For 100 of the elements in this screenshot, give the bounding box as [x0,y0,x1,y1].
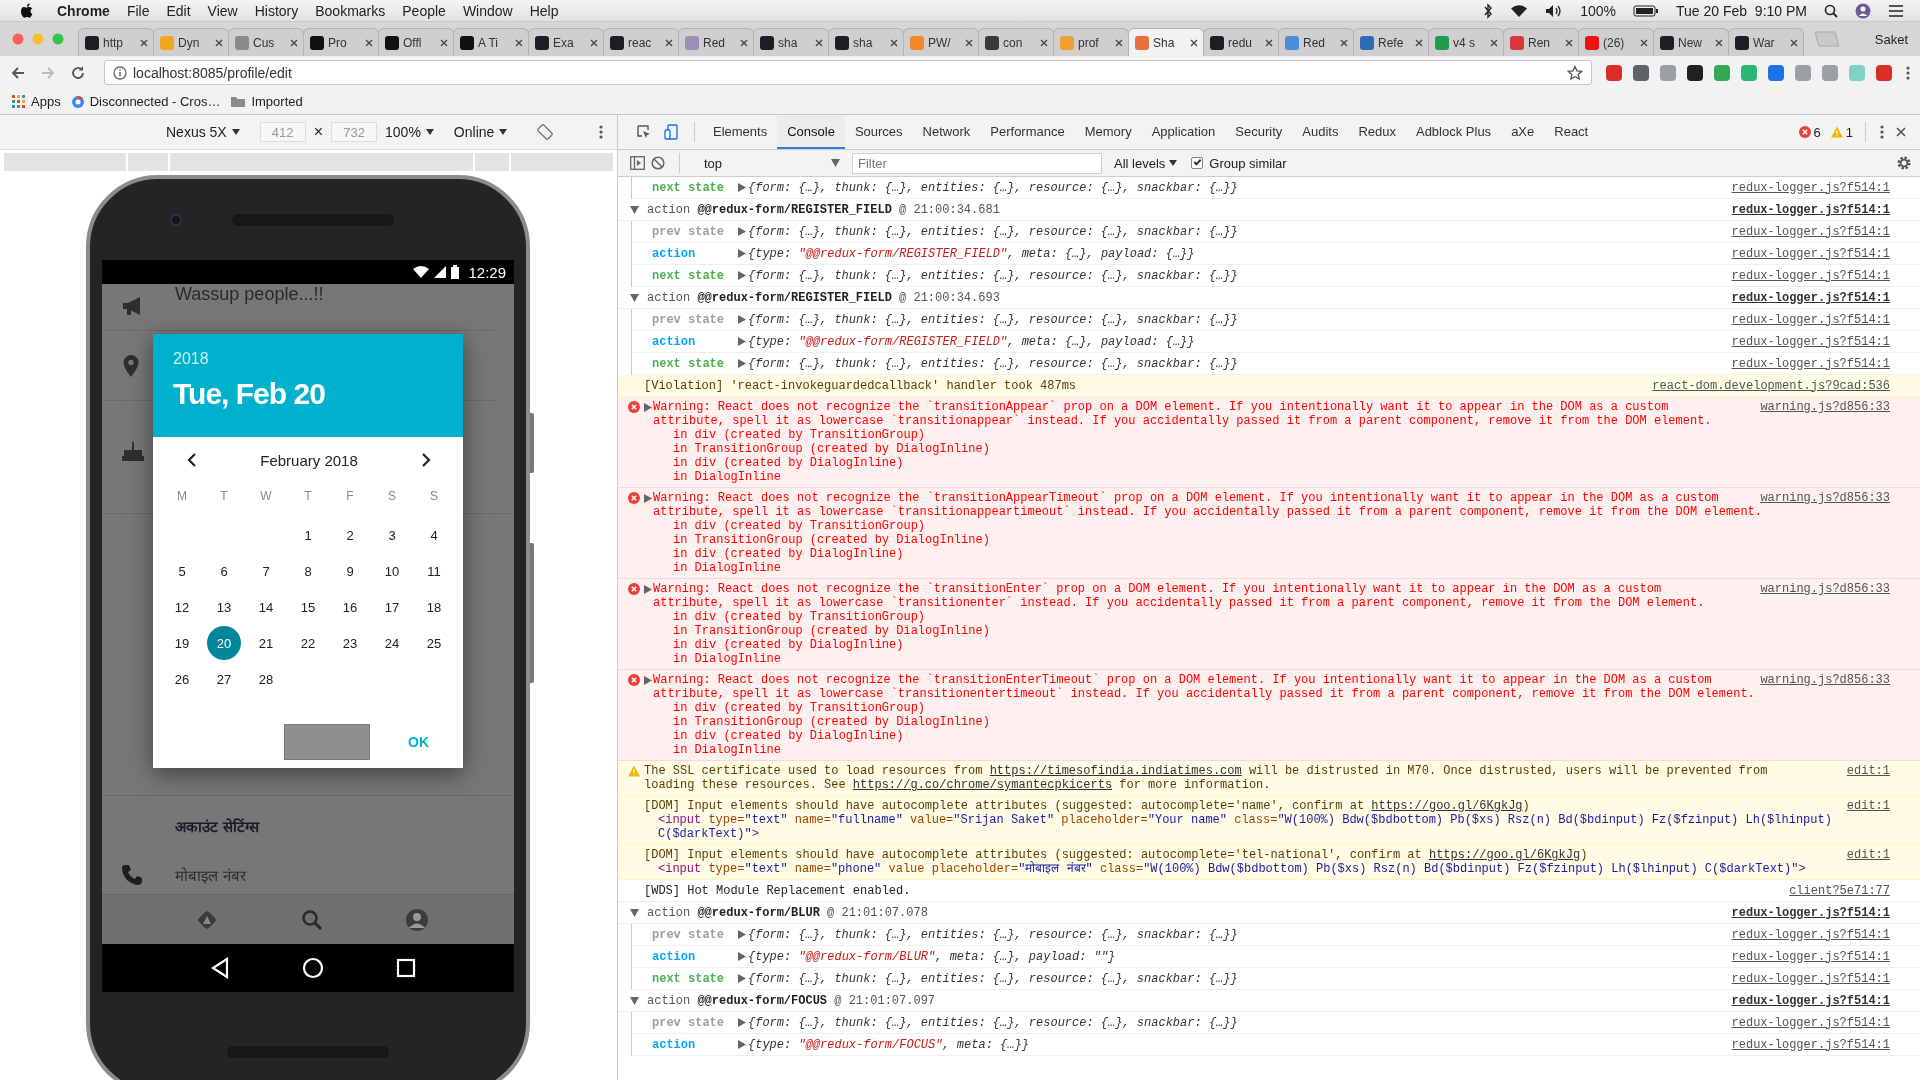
profile-name[interactable]: Saket [1874,31,1908,47]
volume-icon[interactable] [1545,3,1564,18]
source-link[interactable]: redux-logger.js?f514:1 [1731,1037,1890,1052]
browser-tab[interactable]: Exa [528,28,604,56]
browser-tab[interactable]: War [1728,28,1804,56]
previous-month-icon[interactable] [187,453,197,467]
link[interactable]: https://goo.gl/6KgkJg [1371,799,1523,813]
object-preview[interactable]: {form: {…}, thunk: {…}, entities: {…}, resource: {…}, snackbar: {…}} [748,927,1238,942]
close-icon[interactable] [1115,38,1123,47]
calendar-day[interactable]: 16 [333,590,367,624]
close-icon[interactable] [440,38,448,47]
object-preview[interactable]: {type: "@@redux-form/BLUR", meta: {…}, payload: ""} [748,949,1116,964]
menu-icon[interactable] [1906,64,1910,81]
calendar-day[interactable]: 17 [375,590,409,624]
source-link[interactable]: redux-logger.js?f514:1 [1731,202,1890,217]
browser-tab[interactable]: Dyn [153,28,229,56]
devtools-tab[interactable]: Console [777,115,845,149]
source-link[interactable]: redux-logger.js?f514:1 [1731,971,1890,986]
extension-icon[interactable] [1687,64,1703,81]
menu-item[interactable]: Window [462,2,513,19]
close-icon[interactable] [740,38,748,47]
collapsed-arrow-icon[interactable] [738,249,746,258]
calendar-day[interactable]: 9 [333,554,367,588]
browser-tab[interactable]: Sha [1128,28,1204,56]
source-link[interactable]: redux-logger.js?f514:1 [1731,356,1890,371]
source-link[interactable]: redux-logger.js?f514:1 [1731,268,1890,283]
browser-tab[interactable]: Red [1278,28,1354,56]
expanded-arrow-icon[interactable] [630,908,639,917]
calendar-day[interactable]: 11 [417,554,451,588]
close-icon[interactable] [1040,38,1048,47]
log-group-title[interactable]: action @@redux-form/FOCUS @ 21:01:07.097 [647,993,936,1008]
collapsed-arrow-icon[interactable] [644,494,652,503]
collapsed-arrow-icon[interactable] [644,403,652,412]
calendar-day[interactable]: 13 [207,590,241,624]
filter-field[interactable]: Filter [852,152,1102,174]
close-icon[interactable] [1565,38,1573,47]
calendar-day[interactable]: 22 [291,626,325,660]
menu-icon[interactable] [1888,3,1904,18]
back-icon[interactable] [10,64,26,81]
devtools-tab[interactable]: Application [1141,115,1226,149]
browser-tab[interactable]: Ren [1503,28,1579,56]
menu-item[interactable]: View [207,2,238,19]
reload-icon[interactable] [70,64,86,81]
bookmark-star-icon[interactable] [1567,64,1583,81]
menu-item[interactable]: Help [529,2,559,19]
calendar-day[interactable]: 8 [291,554,325,588]
inspect-icon[interactable] [636,124,652,140]
close-icon[interactable] [1896,127,1906,137]
close-icon[interactable] [515,38,523,47]
object-preview[interactable]: {type: "@@redux-form/REGISTER_FIELD", meta: {…}, payload: {…}} [748,334,1195,349]
browser-tab[interactable]: Refe [1353,28,1429,56]
menu-item[interactable]: Bookmarks [315,2,386,19]
source-link[interactable]: warning.js?d856:33 [1760,673,1890,687]
close-icon[interactable] [1190,38,1198,47]
collapsed-arrow-icon[interactable] [738,1018,746,1027]
menu-item[interactable]: People [402,2,446,19]
menu-item[interactable]: History [254,2,299,19]
close-icon[interactable] [590,38,598,47]
browser-tab[interactable]: Red [678,28,754,56]
source-link[interactable]: edit:1 [1846,799,1890,813]
browser-tab[interactable]: Pro [303,28,379,56]
calendar-day[interactable]: 7 [249,554,283,588]
close-icon[interactable] [290,38,298,47]
calendar-day[interactable]: 3 [375,518,409,552]
collapsed-arrow-icon[interactable] [644,585,652,594]
source-link[interactable]: redux-logger.js?f514:1 [1731,180,1890,195]
close-icon[interactable] [1265,38,1273,47]
back-icon[interactable] [210,957,230,979]
close-icon[interactable] [1715,38,1723,47]
calendar-day[interactable]: 26 [165,662,199,696]
bookmark-item[interactable]: Disconnected - Cros… [70,94,221,109]
object-preview[interactable]: {form: {…}, thunk: {…}, entities: {…}, resource: {…}, snackbar: {…}} [748,312,1238,327]
object-preview[interactable]: {type: "@@redux-form/REGISTER_FIELD", meta: {…}, payload: {…}} [748,246,1195,261]
clear-console-icon[interactable] [651,156,665,170]
search-icon[interactable] [1824,3,1838,18]
close-icon[interactable] [1790,38,1798,47]
devtools-tab[interactable]: React [1544,115,1599,149]
rotate-icon[interactable] [537,124,554,140]
calendar-day[interactable]: 19 [165,626,199,660]
source-link[interactable]: redux-logger.js?f514:1 [1731,905,1890,920]
object-preview[interactable]: {form: {…}, thunk: {…}, entities: {…}, resource: {…}, snackbar: {…}} [748,268,1238,283]
devtools-tab[interactable]: aXe [1501,115,1545,149]
home-icon[interactable] [302,957,324,979]
close-icon[interactable] [1640,38,1648,47]
zoom-select[interactable]: 100% [385,124,434,140]
source-link[interactable]: client?5e71:77 [1789,883,1890,898]
collapsed-arrow-icon[interactable] [738,359,746,368]
close-icon[interactable] [1415,38,1423,47]
object-preview[interactable]: {form: {…}, thunk: {…}, entities: {…}, resource: {…}, snackbar: {…}} [748,1015,1238,1030]
browser-tab[interactable]: con [978,28,1054,56]
close-icon[interactable] [1490,38,1498,47]
source-link[interactable]: redux-logger.js?f514:1 [1731,224,1890,239]
battery-icon[interactable] [1633,4,1659,17]
calendar-day[interactable]: 10 [375,554,409,588]
device-select[interactable]: Nexus 5X [166,124,240,140]
source-link[interactable]: react-dom.development.js?9cad:536 [1652,378,1890,393]
settings-icon[interactable] [1896,155,1912,171]
source-link[interactable]: redux-logger.js?f514:1 [1731,1015,1890,1030]
close-icon[interactable] [140,38,148,47]
source-link[interactable]: redux-logger.js?f514:1 [1731,993,1890,1008]
